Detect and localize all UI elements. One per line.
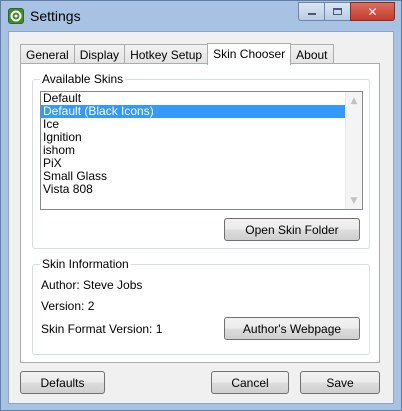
maximize-icon	[333, 8, 342, 15]
tab-hotkey-setup[interactable]: Hotkey Setup	[124, 44, 209, 64]
save-button[interactable]: Save	[300, 371, 380, 394]
maximize-button[interactable]	[324, 2, 350, 21]
skin-chooser-panel: Available Skins Default Default (Black I…	[20, 63, 380, 363]
skin-format-version-label: Skin Format Version: 1	[41, 322, 163, 336]
cancel-button[interactable]: Cancel	[211, 371, 289, 394]
skin-information-group: Skin Information Author: Steve Jobs Vers…	[32, 257, 370, 355]
skin-item[interactable]: Ice	[41, 118, 345, 131]
scroll-up-icon[interactable]: ▲	[346, 92, 362, 109]
skin-item-selected[interactable]: Default (Black Icons)	[41, 105, 345, 118]
minimize-button[interactable]	[298, 2, 324, 21]
available-skins-legend: Available Skins	[40, 72, 126, 86]
tab-about[interactable]: About	[290, 44, 334, 64]
tab-display[interactable]: Display	[73, 44, 126, 64]
title-bar[interactable]: Settings ✕	[1, 1, 401, 31]
available-skins-group: Available Skins Default Default (Black I…	[32, 72, 370, 249]
close-button[interactable]: ✕	[350, 2, 395, 21]
skins-listbox[interactable]: Default Default (Black Icons) Ice Igniti…	[40, 91, 363, 210]
dialog-client-area: General Display Hotkey Setup Skin Choose…	[8, 31, 394, 404]
tab-strip: General Display Hotkey Setup Skin Choose…	[20, 43, 334, 65]
settings-window: Settings ✕ General Display Hotkey Setup …	[0, 0, 402, 411]
tab-skin-chooser[interactable]: Skin Chooser	[207, 43, 292, 65]
skin-author-label: Author: Steve Jobs	[41, 278, 143, 292]
skins-list: Default Default (Black Icons) Ice Igniti…	[41, 92, 345, 196]
skin-information-legend: Skin Information	[40, 257, 131, 271]
app-icon	[8, 8, 24, 24]
authors-webpage-button[interactable]: Author's Webpage	[224, 317, 360, 340]
listbox-scrollbar[interactable]: ▲ ▼	[345, 92, 362, 209]
defaults-button[interactable]: Defaults	[20, 371, 105, 394]
skin-item[interactable]: Vista 808	[41, 183, 345, 196]
minimize-icon	[307, 13, 316, 15]
open-skin-folder-button[interactable]: Open Skin Folder	[224, 218, 360, 241]
scroll-down-icon[interactable]: ▼	[346, 192, 362, 209]
skin-item[interactable]: ishom	[41, 144, 345, 157]
window-title: Settings	[30, 8, 81, 24]
tab-general[interactable]: General	[20, 44, 75, 64]
skin-version-label: Version: 2	[41, 299, 95, 313]
close-icon: ✕	[367, 4, 378, 19]
skin-item[interactable]: Ignition	[41, 131, 345, 144]
caption-buttons: ✕	[298, 2, 395, 21]
